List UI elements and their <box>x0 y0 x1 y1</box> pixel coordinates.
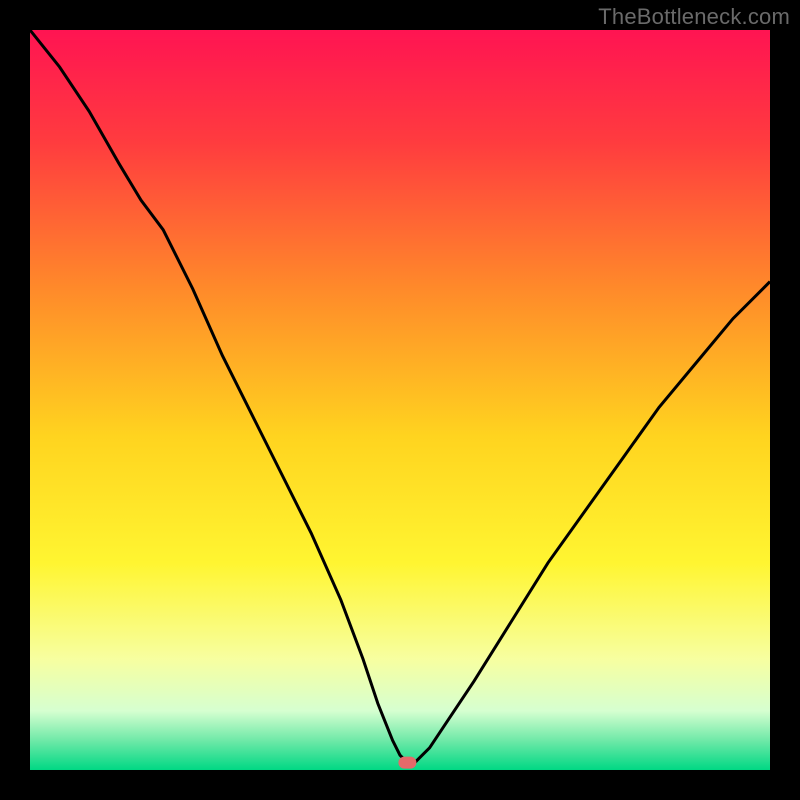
plot-area <box>30 30 770 770</box>
chart-frame: TheBottleneck.com <box>0 0 800 800</box>
chart-svg <box>30 30 770 770</box>
current-position-marker <box>398 757 416 769</box>
watermark-text: TheBottleneck.com <box>598 4 790 30</box>
chart-background <box>30 30 770 770</box>
